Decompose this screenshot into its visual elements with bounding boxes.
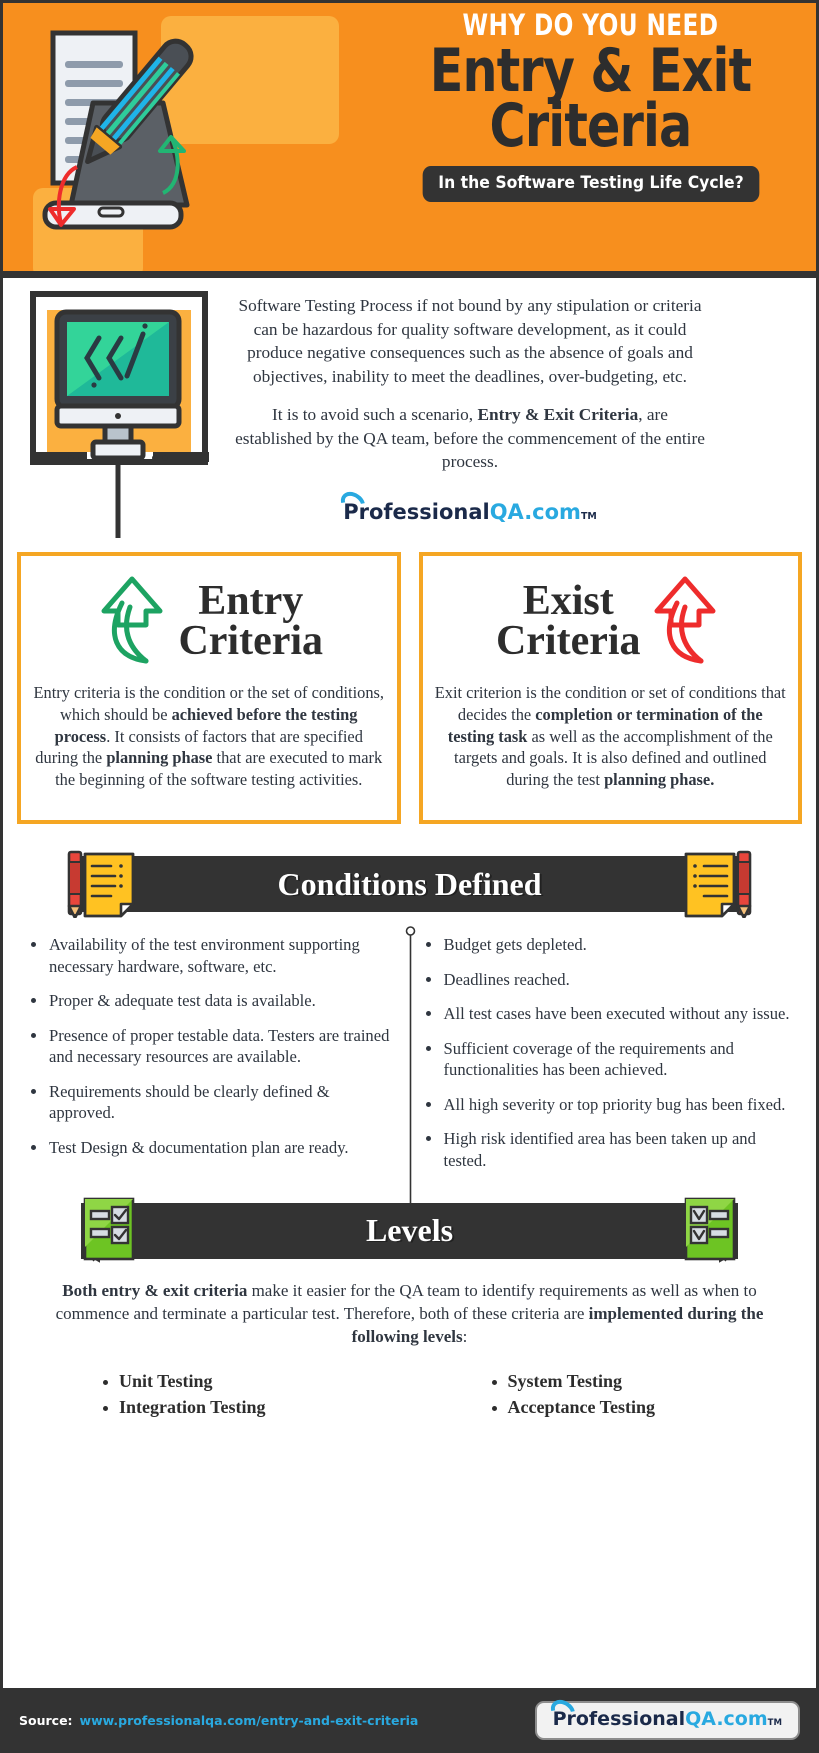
list-item: Acceptance Testing: [490, 1397, 817, 1418]
source-url-link[interactable]: www.professionalqa.com/entry-and-exit-cr…: [80, 1713, 419, 1728]
levels-end-text: :: [462, 1327, 468, 1347]
levels-list-left: Unit Testing Integration Testing: [101, 1371, 410, 1418]
conditions-banner: Conditions Defined: [81, 856, 738, 912]
levels-banner: Levels: [81, 1202, 738, 1259]
notepad-pencil-icon-left: [67, 850, 135, 918]
infographic-page: WHY DO YOU NEED Entry & Exit Criteria In…: [0, 0, 819, 1753]
entry-conditions-list: Availability of the test environment sup…: [29, 934, 396, 1159]
levels-list-right: System Testing Acceptance Testing: [490, 1371, 817, 1418]
exit-criteria-body: Exit criterion is the condition or set o…: [435, 682, 787, 791]
entry-criteria-title: Entry Criteria: [178, 577, 324, 664]
list-item: Requirements should be clearly defined &…: [29, 1081, 396, 1124]
exit-title-line2: Criteria: [495, 618, 641, 664]
source-label: Source:: [19, 1713, 73, 1728]
conditions-divider: [405, 926, 415, 1218]
intro-paragraph-2: It is to avoid such a scenario, Entry & …: [235, 403, 705, 474]
document-pencil-illustration: [42, 30, 194, 230]
exit-criteria-header: Exist Criteria: [435, 570, 787, 672]
checklist-icon-right: [684, 1197, 736, 1263]
exit-body-bold2: planning phase.: [604, 770, 715, 790]
exit-criteria-card: Exist Criteria Exit criterion is the con…: [418, 552, 802, 824]
conditions-lists-row: Availability of the test environment sup…: [3, 918, 816, 1218]
professionalqa-logo-middle: Professional QA.com TM: [235, 487, 705, 525]
entry-conditions-column: Availability of the test environment sup…: [15, 934, 410, 1185]
levels-banner-wrap: Levels: [3, 1197, 816, 1265]
page-title-line2: Criteria: [489, 91, 693, 162]
list-item: Availability of the test environment sup…: [29, 934, 396, 977]
exit-criteria-title: Exist Criteria: [495, 577, 641, 664]
notepad-pencil-icon-right: [684, 850, 752, 918]
criteria-boxes-row: Entry Criteria Entry criteria is the con…: [3, 552, 816, 824]
entry-criteria-body: Entry criteria is the condition or the s…: [33, 682, 385, 791]
red-up-arrow-icon: [654, 576, 716, 664]
levels-column-right: System Testing Acceptance Testing: [410, 1371, 817, 1423]
conditions-banner-wrap: Conditions Defined: [3, 850, 816, 918]
pqa-logo-footer: Professional QA.com TM: [546, 1695, 782, 1730]
header-text-block: WHY DO YOU NEED Entry & Exit Criteria In…: [383, 11, 798, 203]
logo-text-qa: QA.com: [685, 1708, 768, 1730]
list-item: Integration Testing: [101, 1397, 410, 1418]
levels-banner-title: Levels: [365, 1212, 454, 1248]
list-item: High risk identified area has been taken…: [424, 1128, 791, 1171]
entry-criteria-header: Entry Criteria: [33, 570, 385, 672]
entry-title-line1: Entry: [198, 577, 304, 624]
header-subtitle: In the Software Testing Life Cycle?: [422, 166, 759, 203]
list-item: All test cases have been executed withou…: [424, 1003, 791, 1025]
pqa-logo: Professional QA.com TM: [336, 487, 597, 524]
entry-title-line2: Criteria: [178, 618, 324, 664]
page-title: Entry & Exit Criteria: [420, 41, 760, 162]
list-item: Test Design & documentation plan are rea…: [29, 1137, 396, 1159]
exit-title-line1: Exist: [522, 577, 614, 624]
checklist-icon-left: [83, 1197, 135, 1263]
levels-column-left: Unit Testing Integration Testing: [3, 1371, 410, 1423]
list-item: System Testing: [490, 1371, 817, 1392]
conditions-banner-title: Conditions Defined: [277, 865, 542, 902]
list-item: Budget gets depleted.: [424, 934, 791, 956]
exit-conditions-column: Budget gets depleted. Deadlines reached.…: [410, 934, 805, 1185]
list-item: All high severity or top priority bug ha…: [424, 1094, 791, 1116]
list-item: Proper & adequate test data is available…: [29, 990, 396, 1012]
list-item: Unit Testing: [101, 1371, 410, 1392]
exit-conditions-list: Budget gets depleted. Deadlines reached.…: [424, 934, 791, 1172]
intro-section: Software Testing Process if not bound by…: [3, 278, 816, 548]
intro-p2-bold: Entry & Exit Criteria: [477, 405, 639, 425]
logo-trademark: TM: [767, 1718, 782, 1728]
levels-bold-1: Both entry & exit criteria: [62, 1280, 248, 1300]
entry-body-bold2: planning phase: [106, 748, 213, 768]
intro-paragraph-1: Software Testing Process if not bound by…: [238, 296, 702, 386]
green-up-arrow-icon: [101, 576, 163, 664]
logo-trademark: TM: [580, 511, 597, 522]
levels-intro-text: Both entry & exit criteria make it easie…: [3, 1265, 816, 1349]
list-item: Deadlines reached.: [424, 969, 791, 991]
list-item: Sufficient coverage of the requirements …: [424, 1038, 791, 1081]
footer-bar: Source: www.professionalqa.com/entry-and…: [3, 1688, 816, 1750]
logo-text-qa: QA.com: [489, 500, 581, 524]
intro-text: Software Testing Process if not bound by…: [235, 294, 705, 474]
entry-criteria-card: Entry Criteria Entry criteria is the con…: [17, 552, 401, 824]
monitor-illustration: [30, 291, 209, 538]
professionalqa-logo-footer: Professional QA.com TM: [534, 1695, 800, 1740]
list-item: Presence of proper testable data. Tester…: [29, 1025, 396, 1068]
header-banner: WHY DO YOU NEED Entry & Exit Criteria In…: [3, 3, 816, 278]
levels-columns: Unit Testing Integration Testing System …: [3, 1349, 816, 1423]
intro-p2-part-a: It is to avoid such a scenario,: [272, 405, 478, 425]
